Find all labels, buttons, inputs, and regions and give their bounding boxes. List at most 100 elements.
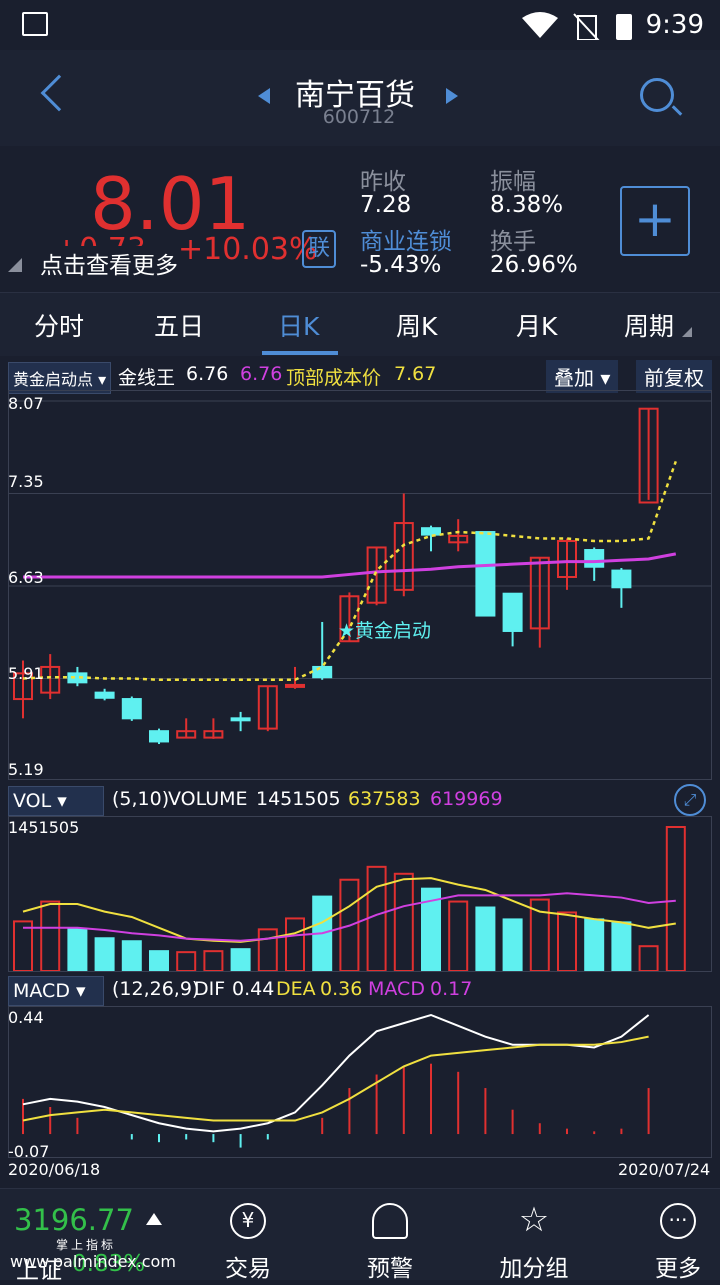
jxw-pink-value: 6.76 — [240, 363, 283, 385]
trade-icon: ¥ — [230, 1203, 266, 1239]
expand-chart-icon[interactable]: ⤢ — [674, 784, 706, 816]
vol-dropdown[interactable]: VOL ▾ — [8, 786, 104, 816]
volume-bar — [285, 917, 305, 971]
period-tabs: 分时 五日 日K 周K 月K 周期 — [0, 292, 720, 356]
volume-bar — [448, 900, 469, 971]
kline-indicator-bar: 黄金启动点 ▾ 金线王 6.76 6.76 顶部成本价 7.67 叠加 ▾ 前复… — [0, 360, 720, 394]
volume-bar — [529, 898, 550, 971]
overlay-dropdown[interactable]: 叠加 ▾ — [546, 360, 619, 393]
volume-bar — [665, 826, 686, 971]
dea-line — [22, 1035, 649, 1122]
dea-value: 0.36 — [320, 978, 363, 1000]
period-dropdown-icon[interactable] — [682, 327, 692, 337]
tab-monthly-k[interactable]: 月K — [516, 307, 557, 343]
macd-value: 0.17 — [430, 978, 473, 1000]
index-expand-icon[interactable] — [146, 1213, 162, 1225]
amplitude-value: 8.38% — [490, 192, 564, 218]
golden-start-annotation: ★黄金启动 — [338, 620, 432, 642]
macd-label: MACD — [368, 978, 425, 1000]
turnover-label: 换手 — [490, 229, 536, 255]
next-stock-icon[interactable] — [446, 88, 458, 104]
expand-corner-icon[interactable] — [8, 258, 22, 272]
kline-indicator-label: 黄金启动点 — [13, 370, 94, 389]
quote-panel: 8.01 +0.73 +10.03% 联 点击查看更多 昨收 7.28 振幅 8… — [0, 146, 720, 292]
rights-adjust-button[interactable]: 前复权 — [636, 360, 712, 393]
candle-body — [285, 683, 305, 688]
nav-add-group[interactable]: ☆ 加分组 — [462, 1189, 606, 1282]
kline-axis-tick: 7.35 — [8, 472, 44, 491]
volume-bar — [611, 921, 632, 971]
cost-line — [23, 552, 677, 579]
vol-dropdown-label: VOL — [13, 790, 52, 812]
battery-icon — [616, 14, 632, 40]
kline-axis-tick: 6.63 — [8, 568, 44, 587]
status-bar: 9:39 — [0, 0, 720, 50]
sector-value: -5.43% — [360, 252, 442, 278]
start-date: 2020/06/18 — [8, 1160, 101, 1179]
candle-body — [475, 531, 496, 617]
prev-close-value: 7.28 — [360, 192, 412, 218]
vol-value: 1451505 — [256, 788, 341, 810]
status-time: 9:39 — [645, 10, 704, 40]
vol-label: VOLUME — [168, 788, 248, 810]
search-icon[interactable] — [640, 78, 674, 112]
vol-axis-tick: 1451505 — [8, 818, 80, 837]
tab-intraday[interactable]: 分时 — [34, 307, 84, 343]
candle-body — [121, 698, 142, 720]
vol-ma5: 637583 — [348, 788, 421, 810]
kline-axis-tick: 5.91 — [8, 664, 44, 683]
volume-bar — [176, 951, 197, 971]
lian-button[interactable]: 联 — [302, 230, 336, 268]
kline-chart[interactable] — [8, 390, 712, 780]
wifi-icon — [522, 12, 558, 38]
dif-value: 0.44 — [232, 978, 275, 1000]
nav-alert[interactable]: 预警 — [318, 1189, 462, 1282]
nav-more-label: 更多 — [655, 1256, 701, 1282]
vol-params: (5,10) — [112, 788, 170, 810]
top-cost-value: 7.67 — [394, 363, 437, 385]
volume-bar — [121, 940, 142, 971]
macd-indicator-bar: MACD ▾ (12,26,9) DIF 0.44 DEA 0.36 MACD … — [0, 974, 720, 1006]
volume-bar — [638, 945, 659, 971]
active-tab-indicator — [262, 351, 338, 355]
watermark-url: www.palmindex.com — [10, 1252, 176, 1271]
macd-axis-tick: -0.07 — [8, 1142, 50, 1161]
prev-close-label: 昨收 — [360, 169, 406, 195]
index-value[interactable]: 3196.77 — [14, 1203, 134, 1237]
watermark-brand: 掌上指标 — [56, 1238, 117, 1252]
end-date: 2020/07/24 — [618, 1160, 711, 1179]
tab-five-day[interactable]: 五日 — [154, 307, 204, 343]
view-more-link[interactable]: 点击查看更多 — [40, 246, 178, 280]
nav-trade[interactable]: ¥ 交易 — [176, 1189, 320, 1282]
volume-bar — [94, 937, 115, 971]
macd-dropdown[interactable]: MACD ▾ — [8, 976, 104, 1006]
nav-add-group-label: 加分组 — [499, 1256, 569, 1282]
volume-chart[interactable] — [8, 816, 712, 972]
volume-bar — [557, 911, 577, 971]
add-watchlist-button[interactable]: + — [620, 186, 690, 256]
volume-bar — [230, 948, 251, 971]
kline-axis-tick: 5.19 — [8, 760, 44, 779]
volume-bar — [584, 918, 605, 971]
volume-bar — [393, 872, 414, 971]
bell-icon — [372, 1203, 408, 1239]
volume-bar — [40, 900, 61, 971]
macd-chart[interactable] — [8, 1006, 712, 1158]
candle-body — [611, 569, 632, 589]
tab-weekly-k[interactable]: 周K — [396, 307, 437, 343]
sector-link[interactable]: 商业连锁 — [360, 222, 452, 256]
star-icon: ☆ — [518, 1200, 550, 1240]
volume-bar — [502, 918, 523, 971]
jxw-value: 6.76 — [186, 363, 229, 385]
jxw-label: 金线王 — [118, 367, 176, 389]
candle-body — [312, 665, 333, 679]
status-icons — [522, 12, 632, 40]
vol-indicator-bar: VOL ▾ (5,10) VOLUME 1451505 637583 61996… — [0, 784, 720, 816]
tab-daily-k[interactable]: 日K — [278, 307, 319, 343]
tab-period[interactable]: 周期 — [624, 307, 674, 343]
nav-trade-label: 交易 — [225, 1256, 271, 1282]
candle-body — [149, 730, 169, 743]
nav-alert-label: 预警 — [367, 1256, 413, 1282]
nav-more[interactable]: ··· 更多 — [606, 1189, 720, 1282]
volume-bar — [203, 950, 224, 971]
